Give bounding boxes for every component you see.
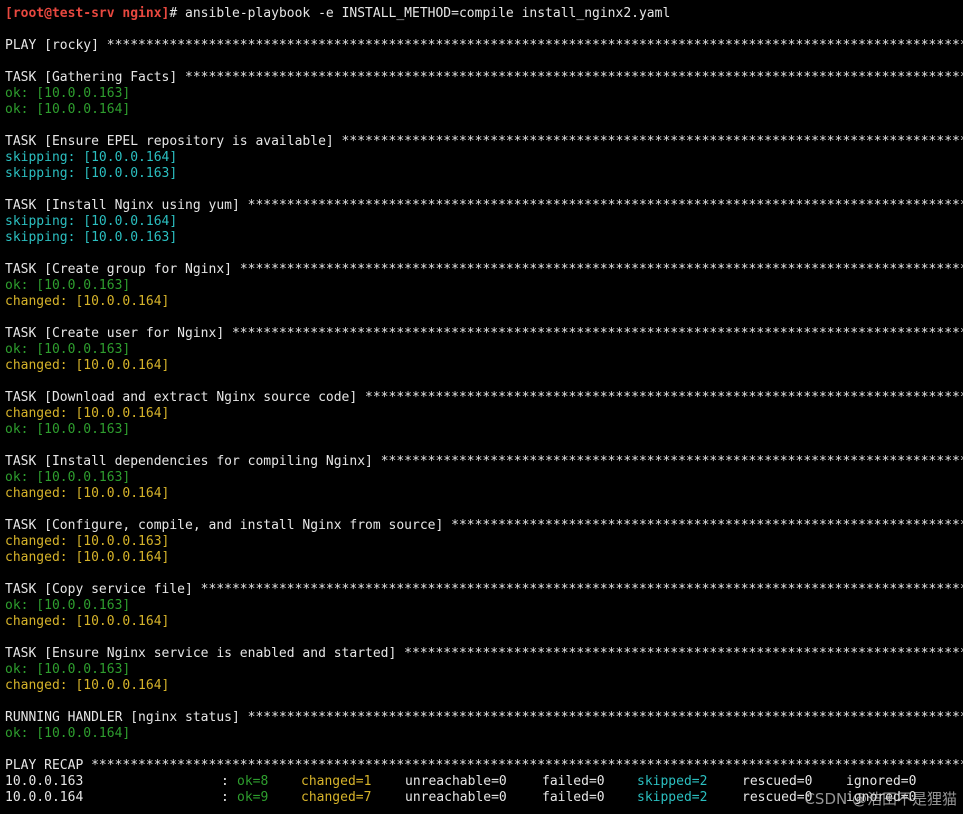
recap-host: 10.0.0.163 [5,774,84,789]
recap-rescued: rescued=0 [742,774,813,789]
recap-changed: changed=1 [301,774,372,789]
star-separator: ****************************************… [247,710,963,725]
changed-result: changed: [10.0.0.163] [5,534,170,549]
terminal-window[interactable]: { "prompt": "[root@test-srv nginx]", "pr… [0,0,963,814]
ok-result: ok: [10.0.0.163] [5,598,131,613]
task-title: TASK [Copy service file] [5,582,201,597]
changed-result: changed: [10.0.0.164] [5,550,170,565]
task-title: TASK [Configure, compile, and install Ng… [5,518,452,533]
star-separator: ****************************************… [185,70,963,85]
ok-result: ok: [10.0.0.163] [5,662,131,677]
command-text: ansible-playbook -e INSTALL_METHOD=compi… [185,6,671,21]
ok-result: ok: [10.0.0.164] [5,726,131,741]
star-separator: ****************************************… [231,326,963,341]
skipping-result: skipping: [10.0.0.163] [5,166,178,181]
task-title: TASK [Gathering Facts] [5,70,186,85]
recap-host: 10.0.0.164 [5,790,84,805]
task-header: TASK [Copy service file] ***************… [5,582,963,598]
terminal-output: [root@test-srv nginx]# ansible-playbook … [5,6,963,806]
changed-result: changed: [10.0.0.164] [5,678,170,693]
task-title: RUNNING HANDLER [nginx status] [5,710,248,725]
star-separator: ****************************************… [106,38,963,53]
changed-result: changed: [10.0.0.164] [5,406,170,421]
task-header: TASK [Configure, compile, and install Ng… [5,518,963,534]
task-title: TASK [Create group for Nginx] [5,262,240,277]
ok-result: ok: [10.0.0.163] [5,422,131,437]
recap-ok: ok=8 [237,774,269,789]
ok-result: ok: [10.0.0.163] [5,86,131,101]
star-separator: ****************************************… [239,262,963,277]
ok-result: ok: [10.0.0.164] [5,102,131,117]
task-title: TASK [Install dependencies for compiling… [5,454,381,469]
task-header: PLAY RECAP *****************************… [5,758,963,774]
task-title: TASK [Create user for Nginx] [5,326,232,341]
changed-result: changed: [10.0.0.164] [5,614,170,629]
changed-result: changed: [10.0.0.164] [5,358,170,373]
task-header: TASK [Gathering Facts] *****************… [5,70,963,86]
recap-failed: failed=0 [542,774,605,789]
star-separator: ****************************************… [451,518,963,533]
star-separator: ****************************************… [91,758,963,773]
recap-sep: : [221,774,229,789]
star-separator: ****************************************… [247,198,963,213]
skipping-result: skipping: [10.0.0.164] [5,214,178,229]
recap-unreachable: unreachable=0 [405,774,507,789]
task-header: TASK [Create group for Nginx] **********… [5,262,963,278]
recap-rescued: rescued=0 [742,790,813,805]
task-title: TASK [Ensure Nginx service is enabled an… [5,646,405,661]
recap-sep: : [221,790,229,805]
recap-ok: ok=9 [237,790,269,805]
star-separator: ****************************************… [365,390,963,405]
task-header: TASK [Install dependencies for compiling… [5,454,963,470]
changed-result: changed: [10.0.0.164] [5,294,170,309]
recap-skipped: skipped=2 [637,774,708,789]
star-separator: ****************************************… [200,582,963,597]
star-separator: ****************************************… [404,646,963,661]
ok-result: ok: [10.0.0.163] [5,278,131,293]
skipping-result: skipping: [10.0.0.163] [5,230,178,245]
skipping-result: skipping: [10.0.0.164] [5,150,178,165]
star-separator: ****************************************… [380,454,963,469]
shell-prompt: [root@test-srv nginx] [5,6,170,21]
task-header: PLAY [rocky] ***************************… [5,38,963,54]
task-title: TASK [Download and extract Nginx source … [5,390,366,405]
watermark: CSDN @浩田不是狸猫 [804,790,957,808]
task-header: TASK [Ensure EPEL repository is availabl… [5,134,963,150]
prompt-symbol: # [169,6,186,21]
recap-changed: changed=7 [301,790,372,805]
playbook-output: PLAY [rocky] ***************************… [5,22,963,774]
command-line[interactable]: [root@test-srv nginx]# ansible-playbook … [5,6,963,22]
task-title: TASK [Ensure EPEL repository is availabl… [5,134,342,149]
task-header: RUNNING HANDLER [nginx status] *********… [5,710,963,726]
recap-failed: failed=0 [542,790,605,805]
star-separator: ****************************************… [341,134,963,149]
task-header: TASK [Create user for Nginx] ***********… [5,326,963,342]
task-title: PLAY RECAP [5,758,92,773]
task-title: PLAY [rocky] [5,38,107,53]
changed-result: changed: [10.0.0.164] [5,486,170,501]
ok-result: ok: [10.0.0.163] [5,470,131,485]
recap-skipped: skipped=2 [637,790,708,805]
task-header: TASK [Install Nginx using yum] *********… [5,198,963,214]
task-header: TASK [Ensure Nginx service is enabled an… [5,646,963,662]
task-title: TASK [Install Nginx using yum] [5,198,248,213]
ok-result: ok: [10.0.0.163] [5,342,131,357]
recap-unreachable: unreachable=0 [405,790,507,805]
task-header: TASK [Download and extract Nginx source … [5,390,963,406]
